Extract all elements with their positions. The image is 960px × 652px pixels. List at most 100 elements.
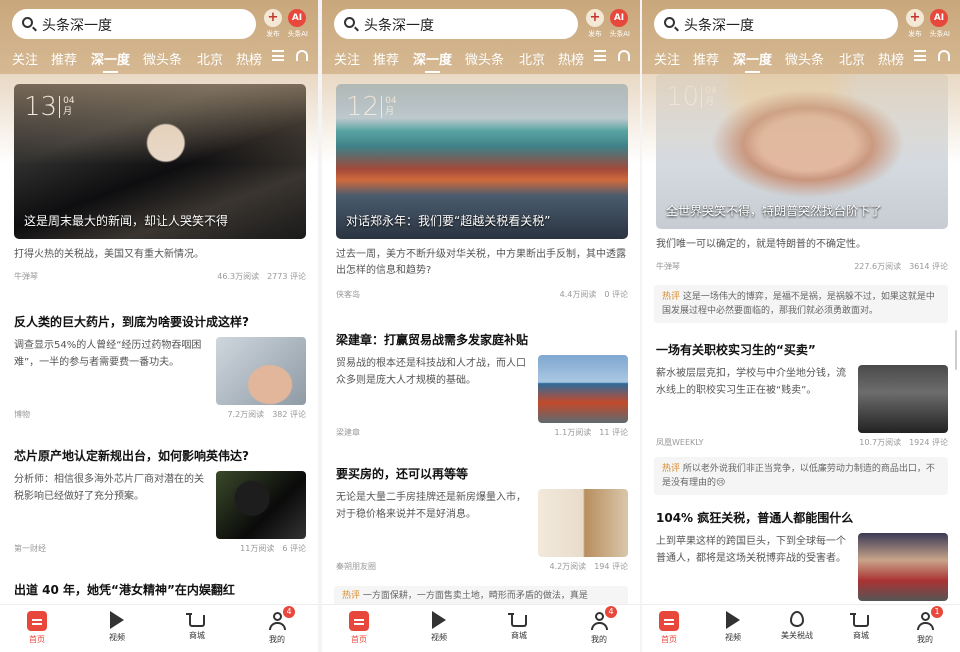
article-thumbnail[interactable] xyxy=(216,471,306,539)
nav-home[interactable]: 首页 xyxy=(334,611,384,645)
search-query[interactable]: 头条深一度 xyxy=(684,15,754,35)
headphones-icon[interactable] xyxy=(938,50,950,61)
menu-icon[interactable] xyxy=(272,50,284,61)
scrollbar[interactable] xyxy=(955,330,957,370)
body xyxy=(917,622,934,630)
article-meta: 梁建章 1.1万阅读 11 评论 xyxy=(336,427,628,439)
me-icon: 4 xyxy=(267,606,295,631)
read-count: 7.2万阅读 xyxy=(227,410,265,419)
article-title[interactable]: 104% 疯狂关税，普通人都能围什么 xyxy=(656,509,948,527)
nav-video[interactable]: 视频 xyxy=(708,611,758,643)
publish-label: 发布 xyxy=(588,29,602,38)
tab-5[interactable]: 热榜 xyxy=(236,49,262,68)
article-thumbnail[interactable] xyxy=(858,365,948,433)
menu-icon[interactable] xyxy=(914,50,926,61)
nav-home[interactable]: 首页 xyxy=(644,611,694,645)
article-title[interactable]: 反人类的巨大药片，到底为啥要设计成这样? xyxy=(14,313,306,331)
date-month: 04 月 xyxy=(701,86,717,108)
tab-1[interactable]: 推荐 xyxy=(51,49,77,68)
article-title[interactable]: 梁建章：打赢贸易战需多发家庭补贴 xyxy=(336,331,628,349)
tab-0[interactable]: 关注 xyxy=(12,49,38,68)
source: 梁建章 xyxy=(336,428,360,437)
head xyxy=(273,612,282,621)
comment-count: 194 评论 xyxy=(594,562,628,571)
publish-button[interactable]: + 发布 xyxy=(584,9,606,40)
nav-video[interactable]: 视频 xyxy=(414,611,464,643)
tab-0[interactable]: 关注 xyxy=(334,49,360,68)
stats: 4.4万阅读 0 评论 xyxy=(552,289,628,300)
notification-badge: 1 xyxy=(931,606,943,618)
tab-0[interactable]: 关注 xyxy=(654,49,680,68)
article-title[interactable]: 芯片原产地认定新规出台，如何影响英伟达? xyxy=(14,447,306,465)
tab-2[interactable]: 深一度 xyxy=(91,49,130,73)
nav-label: 我的 xyxy=(269,635,285,644)
search-query[interactable]: 头条深一度 xyxy=(42,15,112,35)
hero-card[interactable]: 13 04 月这是周末最大的新闻，却让人哭笑不得 xyxy=(14,84,306,239)
nav-tariff[interactable]: 美关税战 xyxy=(772,611,822,641)
notification-badge: 4 xyxy=(605,606,617,618)
tab-2[interactable]: 深一度 xyxy=(733,49,772,73)
head xyxy=(921,612,930,621)
video-icon xyxy=(432,611,446,629)
search-bar[interactable]: 头条深一度 xyxy=(334,9,578,39)
article-title[interactable]: 一场有关职校实习生的“买卖” xyxy=(656,341,948,359)
search-query[interactable]: 头条深一度 xyxy=(364,15,434,35)
tab-2[interactable]: 深一度 xyxy=(413,49,452,73)
date-day: 12 xyxy=(346,92,380,122)
source: 牛弹琴 xyxy=(656,262,680,271)
article-thumbnail[interactable] xyxy=(216,337,306,405)
tab-5[interactable]: 热榜 xyxy=(878,49,904,68)
month-unit: 月 xyxy=(385,107,395,117)
tab-3[interactable]: 微头条 xyxy=(785,49,824,68)
comment-count: 0 评论 xyxy=(604,290,628,299)
tab-5[interactable]: 热榜 xyxy=(558,49,584,68)
month-unit: 月 xyxy=(705,97,715,107)
menu-icon[interactable] xyxy=(594,50,606,61)
tab-4[interactable]: 北京 xyxy=(839,49,865,68)
hot-label: 热评 xyxy=(662,464,681,474)
tab-1[interactable]: 推荐 xyxy=(693,49,719,68)
search-bar[interactable]: 头条深一度 xyxy=(12,9,256,39)
nav-mall[interactable]: 商城 xyxy=(494,611,544,641)
bottom-nav: 首页 视频 商城 4 我的 xyxy=(322,604,640,652)
nav-video[interactable]: 视频 xyxy=(92,611,142,643)
search-bar[interactable]: 头条深一度 xyxy=(654,9,898,39)
source: 牛弹琴 xyxy=(14,272,38,281)
headphones-icon[interactable] xyxy=(618,50,630,61)
publish-button[interactable]: + 发布 xyxy=(904,9,926,40)
nav-me[interactable]: 4 我的 xyxy=(574,606,624,645)
nav-mall[interactable]: 商城 xyxy=(172,611,222,641)
nav-label: 首页 xyxy=(661,635,677,644)
ai-button[interactable]: AI 头条AI xyxy=(608,9,630,40)
article-title[interactable]: 要买房的，还可以再等等 xyxy=(336,465,628,483)
mall-icon xyxy=(508,613,527,627)
tab-3[interactable]: 微头条 xyxy=(465,49,504,68)
headphones-icon[interactable] xyxy=(296,50,308,61)
article-thumbnail[interactable] xyxy=(538,489,628,557)
tab-bar: 关注 推荐 深一度 微头条 北京 热榜 xyxy=(322,47,640,73)
hero-description: 打得火热的关税战，美国又有重大新情况。 xyxy=(14,249,204,260)
article-thumbnail[interactable] xyxy=(858,533,948,601)
stats: 4.2万阅读 194 评论 xyxy=(541,561,628,572)
nav-mall[interactable]: 商城 xyxy=(836,611,886,641)
nav-me[interactable]: 1 我的 xyxy=(900,606,950,645)
tab-4[interactable]: 北京 xyxy=(197,49,223,68)
tab-3[interactable]: 微头条 xyxy=(143,49,182,68)
hero-card[interactable]: 10 04 月全世界哭笑不得，特朗普突然找台阶下了 xyxy=(656,74,948,229)
article-thumbnail[interactable] xyxy=(538,355,628,423)
read-count: 227.6万阅读 xyxy=(854,262,902,271)
tab-1[interactable]: 推荐 xyxy=(373,49,399,68)
article-meta: 博物 7.2万阅读 382 评论 xyxy=(14,409,306,421)
nav-me[interactable]: 4 我的 xyxy=(252,606,302,645)
mall-icon xyxy=(850,613,869,627)
me-icon: 4 xyxy=(589,606,617,631)
article-title[interactable]: 出道 40 年，她凭“港女精神”在内娱翻红 xyxy=(14,581,306,599)
article-summary: 无论是大量二手房挂牌还是新房爆量入市，对于稳价格来说并不是好消息。 xyxy=(336,492,526,520)
tab-4[interactable]: 北京 xyxy=(519,49,545,68)
hero-card[interactable]: 12 04 月对话郑永年：我们要“超越关税看关税” xyxy=(336,84,628,239)
nav-label: 商城 xyxy=(189,631,205,640)
publish-button[interactable]: + 发布 xyxy=(262,9,284,40)
ai-button[interactable]: AI 头条AI xyxy=(928,9,950,40)
ai-button[interactable]: AI 头条AI xyxy=(286,9,308,40)
nav-home[interactable]: 首页 xyxy=(12,611,62,645)
